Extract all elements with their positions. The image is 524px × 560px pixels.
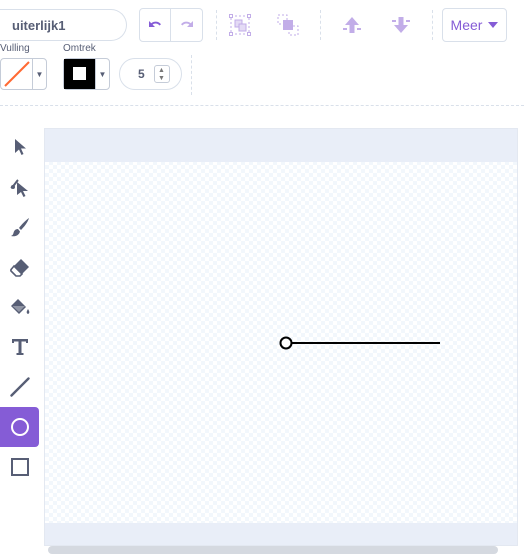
fill-label: Vulling (0, 43, 30, 54)
bring-forward-icon (343, 17, 361, 33)
line-icon (9, 377, 30, 397)
paint-canvas[interactable] (44, 128, 518, 546)
outline-label: Omtrek (63, 43, 96, 54)
group-button[interactable] (224, 8, 256, 42)
tool-text[interactable] (0, 327, 39, 367)
fill-swatch (1, 59, 33, 89)
dropdown-arrow-icon: ▼ (98, 69, 107, 79)
reshape-icon (9, 179, 28, 197)
ungroup-icon (277, 14, 299, 36)
toolbar-divider (191, 55, 192, 95)
brush-icon (10, 218, 29, 237)
tool-rectangle[interactable] (0, 447, 39, 487)
undo-button[interactable] (139, 8, 171, 42)
toolbar-divider (216, 10, 217, 40)
toolbar-divider (320, 10, 321, 40)
more-button[interactable]: Meer (442, 8, 507, 42)
text-icon (11, 339, 28, 355)
circle-icon (10, 418, 29, 436)
select-arrow-icon (14, 139, 26, 155)
group-icon (229, 14, 251, 36)
outline-color-button[interactable]: ▼ (63, 58, 110, 90)
ungroup-button[interactable] (272, 8, 304, 42)
tool-line[interactable] (0, 367, 39, 407)
tool-reshape[interactable] (0, 167, 39, 207)
redo-icon (180, 21, 193, 27)
tool-circle[interactable] (0, 407, 39, 447)
tool-brush[interactable] (0, 207, 39, 247)
dropdown-arrow-icon: ▼ (35, 69, 44, 79)
tool-select[interactable] (0, 127, 39, 167)
send-backward-icon (392, 17, 410, 33)
undo-icon (149, 21, 161, 27)
rectangle-icon (10, 458, 29, 476)
spin-arrows-icon[interactable]: ▲ ▼ (154, 65, 170, 83)
toolbar-bottom-divider (0, 105, 524, 106)
send-backward-button[interactable] (385, 8, 417, 42)
bring-forward-button[interactable] (336, 8, 368, 42)
undo-redo-group (139, 8, 203, 42)
eraser-icon (9, 259, 29, 277)
line-endpoint-handle[interactable] (279, 336, 293, 350)
horizontal-scrollbar[interactable] (48, 546, 498, 554)
outline-width-value: 5 (138, 67, 145, 81)
more-label: Meer (450, 17, 483, 33)
outline-width-input[interactable]: 5 ▲ ▼ (119, 58, 182, 90)
tool-eraser[interactable] (0, 247, 39, 287)
tool-fill[interactable] (0, 287, 39, 327)
caret-down-icon (488, 22, 499, 28)
toolbar-divider (432, 10, 433, 40)
fill-color-button[interactable]: ▼ (0, 58, 47, 90)
drawing-layer (279, 336, 440, 350)
costume-name-input[interactable] (0, 9, 127, 41)
fill-bucket-icon (10, 299, 29, 314)
outline-swatch (64, 59, 96, 89)
redo-button[interactable] (171, 8, 203, 42)
